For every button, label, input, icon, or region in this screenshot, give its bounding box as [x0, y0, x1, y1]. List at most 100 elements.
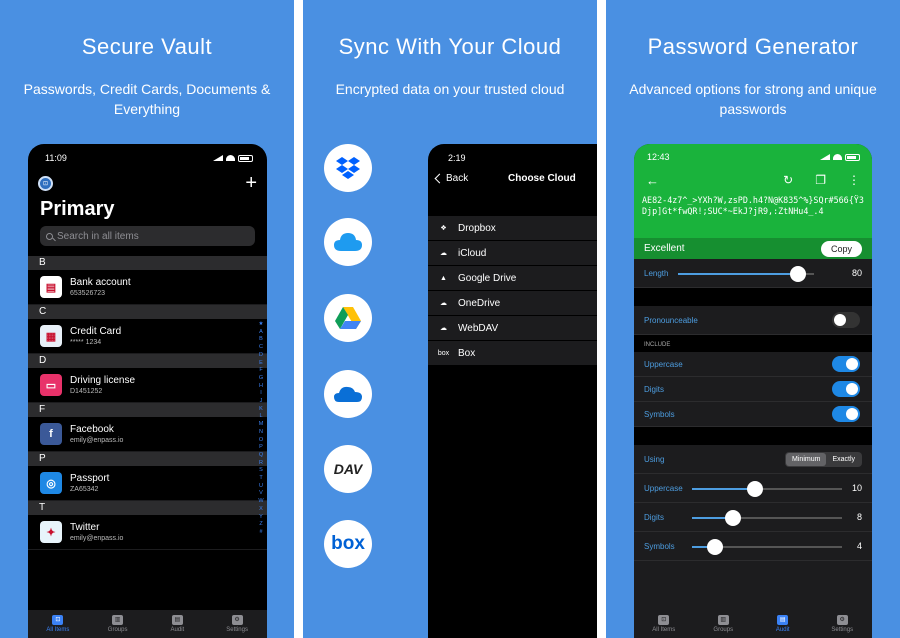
- include-label: Uppercase: [644, 359, 683, 369]
- tab-all-items[interactable]: ⊡ All Items: [639, 615, 689, 633]
- alphabet-letter[interactable]: F: [259, 367, 262, 375]
- copy-button[interactable]: Copy: [820, 240, 862, 257]
- alphabet-letter[interactable]: Z: [259, 521, 262, 529]
- cloud-item[interactable]: ☁ WebDAV: [428, 316, 597, 341]
- list-item[interactable]: ◎ Passport ZA65342: [28, 466, 267, 501]
- list-item[interactable]: ▦ Credit Card ***** 1234: [28, 319, 267, 354]
- alphabet-letter[interactable]: R: [259, 460, 263, 468]
- cloud-item[interactable]: ❖ Dropbox: [428, 216, 597, 241]
- more-icon[interactable]: ⋮: [848, 173, 860, 187]
- alphabet-letter[interactable]: J: [260, 398, 263, 406]
- minimum-label: Digits: [644, 512, 665, 522]
- strength-label: Excellent: [644, 243, 685, 254]
- search-input[interactable]: Search in all items: [40, 226, 255, 246]
- status-time: 12:43: [647, 152, 670, 162]
- alphabet-letter[interactable]: Y: [259, 514, 263, 522]
- minimum-slider[interactable]: [692, 510, 842, 526]
- alphabet-letter[interactable]: B: [259, 336, 263, 344]
- tab-settings[interactable]: ⚙ Settings: [817, 615, 867, 633]
- tab-label: Groups: [713, 627, 734, 633]
- list-item[interactable]: ▤ Bank account 653526723: [28, 270, 267, 305]
- wifi-icon: [226, 155, 235, 161]
- alphabet-letter[interactable]: D: [259, 352, 263, 360]
- alphabet-index[interactable]: ★ A B C D E F G H I J K L M N O P Q R S T U V W X Y Z #: [258, 321, 264, 537]
- alphabet-letter[interactable]: T: [259, 475, 262, 483]
- status-time: 11:09: [45, 153, 67, 163]
- section-header: P: [28, 452, 267, 466]
- alphabet-letter[interactable]: ★: [259, 321, 264, 329]
- segment-minimum[interactable]: Minimum: [786, 452, 827, 466]
- section-header: B: [28, 256, 267, 270]
- alphabet-letter[interactable]: Q: [259, 452, 263, 460]
- minimum-slider[interactable]: [692, 539, 842, 555]
- cloud-item[interactable]: box Box: [428, 341, 597, 366]
- battery-icon: [238, 154, 253, 162]
- alphabet-letter[interactable]: E: [259, 360, 263, 368]
- length-slider[interactable]: [678, 266, 814, 282]
- include-toggle[interactable]: [832, 406, 860, 422]
- list-item[interactable]: f Facebook emily@enpass.io: [28, 417, 267, 452]
- alphabet-letter[interactable]: G: [259, 375, 263, 383]
- cloud-item[interactable]: ☁ iCloud: [428, 241, 597, 266]
- alphabet-letter[interactable]: #: [259, 529, 262, 537]
- pronounceable-toggle[interactable]: [832, 312, 860, 328]
- cloud-label: OneDrive: [458, 297, 501, 309]
- slider-knob[interactable]: [706, 539, 723, 555]
- alphabet-letter[interactable]: H: [259, 383, 263, 391]
- tab-label: Audit: [775, 627, 790, 633]
- alphabet-letter[interactable]: U: [259, 483, 263, 491]
- alphabet-letter[interactable]: X: [259, 506, 263, 514]
- include-toggle[interactable]: [832, 356, 860, 372]
- tab-settings[interactable]: ⚙ Settings: [212, 615, 262, 633]
- tab-label: All Items: [652, 627, 676, 633]
- onedrive-icon: [324, 370, 372, 418]
- refresh-icon[interactable]: ↻: [783, 173, 793, 187]
- section-header: C: [28, 305, 267, 319]
- tab-groups[interactable]: ▥ Groups: [698, 615, 748, 633]
- copy-icon[interactable]: ❐: [815, 173, 826, 187]
- slider-knob[interactable]: [747, 481, 763, 497]
- alphabet-letter[interactable]: P: [259, 444, 263, 452]
- back-button[interactable]: Back: [434, 173, 508, 184]
- back-arrow-icon[interactable]: ←: [646, 173, 659, 188]
- all-items-icon: ⊡: [52, 615, 64, 625]
- alphabet-letter[interactable]: M: [259, 421, 264, 429]
- alphabet-letter[interactable]: K: [259, 406, 263, 414]
- tab-audit[interactable]: ▤ Audit: [152, 615, 202, 633]
- cloud-item[interactable]: ▲ Google Drive: [428, 266, 597, 291]
- cloud-label: Dropbox: [458, 222, 496, 234]
- list-item[interactable]: ✦ Twitter emily@enpass.io: [28, 515, 267, 550]
- alphabet-letter[interactable]: C: [259, 344, 263, 352]
- minimum-slider[interactable]: [692, 481, 842, 497]
- include-toggle[interactable]: [832, 381, 860, 397]
- status-bar: 12:43: [634, 144, 872, 170]
- alphabet-letter[interactable]: W: [258, 498, 263, 506]
- pronounceable-row: Pronounceable: [634, 306, 872, 335]
- generator-panel: Password Generator Advanced options for …: [606, 0, 900, 638]
- alphabet-letter[interactable]: L: [259, 413, 262, 421]
- item-subtitle: 653526723: [70, 290, 106, 297]
- alphabet-letter[interactable]: I: [260, 390, 262, 398]
- alphabet-letter[interactable]: A: [259, 329, 263, 337]
- slider-knob[interactable]: [789, 266, 806, 282]
- groups-icon: ▥: [112, 615, 124, 625]
- alphabet-letter[interactable]: V: [259, 490, 263, 498]
- tab-all-items[interactable]: ⊡ All Items: [33, 615, 83, 633]
- tab-audit[interactable]: ▤ Audit: [758, 615, 808, 633]
- cloud-item[interactable]: ☁ OneDrive: [428, 291, 597, 316]
- slider-knob[interactable]: [724, 510, 741, 526]
- tab-groups[interactable]: ▥ Groups: [93, 615, 143, 633]
- add-item-icon[interactable]: +: [245, 173, 257, 193]
- segment-exactly[interactable]: Exactly: [826, 453, 861, 466]
- alphabet-letter[interactable]: S: [259, 467, 263, 475]
- settings-icon: ⚙: [836, 615, 848, 625]
- enpass-logo-icon[interactable]: ⊡: [38, 175, 53, 191]
- item-list: B ▤ Bank account 653526723 C ▦ Credit Card ****…: [28, 256, 267, 550]
- list-item[interactable]: ▭ Driving license D1451252: [28, 368, 267, 403]
- google-drive-icon: ▲: [440, 274, 447, 282]
- minimum-label: Uppercase: [644, 483, 683, 493]
- dropbox-icon: [324, 144, 372, 192]
- alphabet-letter[interactable]: N: [259, 429, 263, 437]
- alphabet-letter[interactable]: O: [259, 437, 263, 445]
- groups-icon: ▥: [717, 615, 729, 625]
